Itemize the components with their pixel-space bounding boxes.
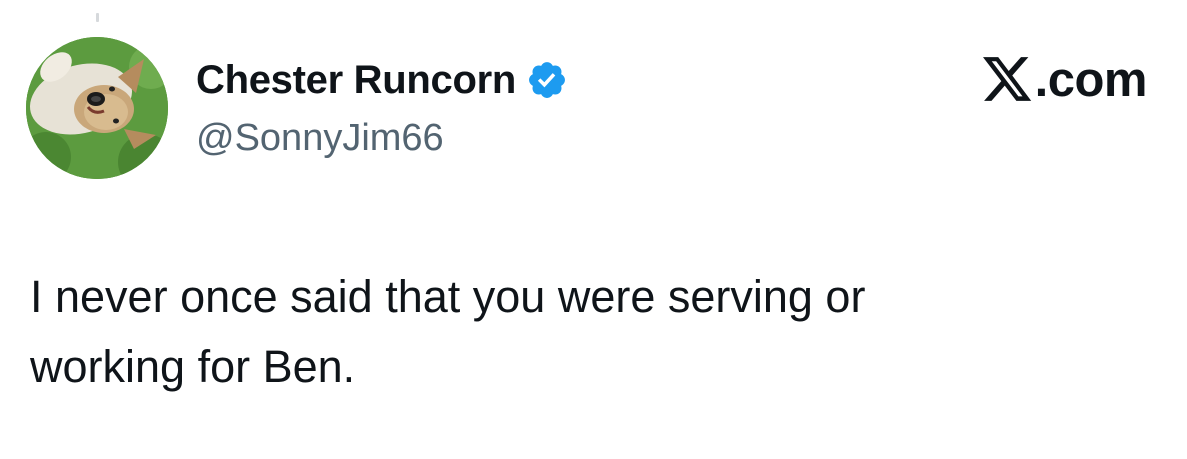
brand-domain: .com — [982, 52, 1148, 108]
display-name[interactable]: Chester Runcorn — [196, 52, 516, 108]
verified-badge-icon — [526, 59, 568, 101]
avatar-dog-image — [26, 37, 168, 179]
avatar[interactable] — [26, 37, 168, 179]
brand-domain-suffix: .com — [1034, 53, 1148, 107]
tweet-header: Chester Runcorn @SonnyJim66 — [196, 52, 568, 162]
tweet-text: I never once said that you were serving … — [30, 271, 866, 392]
name-row: Chester Runcorn — [196, 52, 568, 108]
x-logo-icon — [982, 57, 1033, 103]
user-handle[interactable]: @SonnyJim66 — [196, 114, 568, 162]
scroll-indicator — [96, 13, 99, 22]
